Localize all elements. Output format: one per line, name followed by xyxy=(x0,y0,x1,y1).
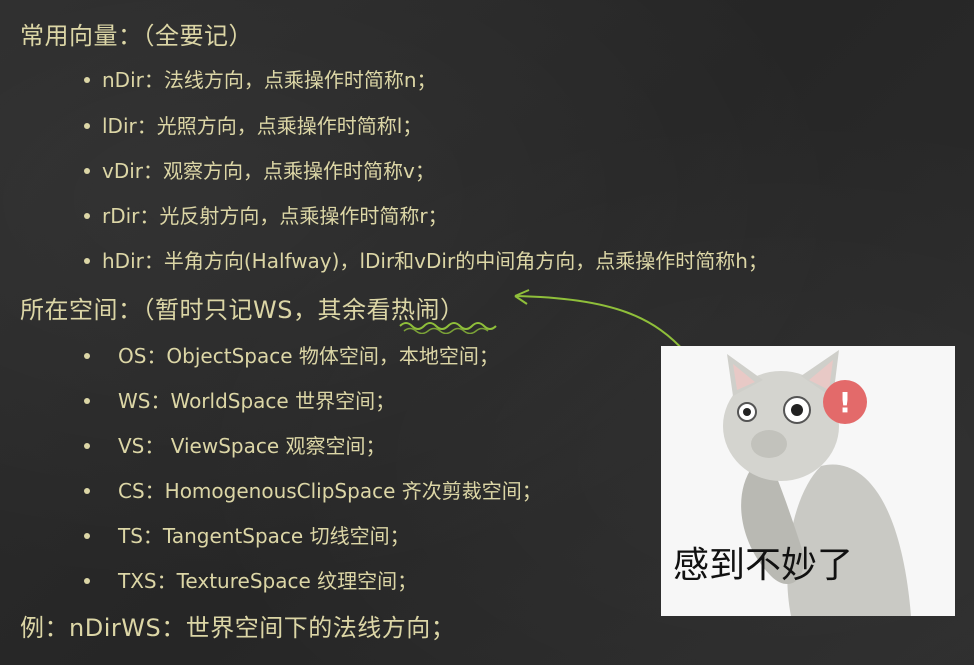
vector-item-ndir: nDir：法线方向，点乘操作时简称n； xyxy=(84,64,437,93)
meme-caption: 感到不妙了 xyxy=(673,545,854,586)
space-item-ts: TS：TangentSpace 切线空间； xyxy=(84,520,410,549)
space-item-os: OS：ObjectSpace 物体空间，本地空间； xyxy=(84,340,499,369)
vector-item-label: nDir：法线方向，点乘操作时简称n； xyxy=(102,68,437,92)
space-item-label: CS：HomogenousClipSpace 齐次剪裁空间； xyxy=(118,479,542,503)
space-item-label: VS： ViewSpace 观察空间； xyxy=(118,434,386,458)
vector-item-hdir: hDir：半角方向(Halfway)，lDir和vDir的中间角方向，点乘操作时… xyxy=(84,245,768,274)
space-item-label: OS：ObjectSpace 物体空间，本地空间； xyxy=(118,344,499,368)
bullet-icon xyxy=(84,212,90,219)
bullet-icon xyxy=(84,122,90,129)
bullet-icon xyxy=(84,532,90,539)
bullet-icon xyxy=(84,352,90,359)
bullet-icon xyxy=(84,442,90,449)
space-item-vs: VS： ViewSpace 观察空间； xyxy=(84,430,386,459)
vector-item-ldir: lDir：光照方向，点乘操作时简称l； xyxy=(84,110,422,139)
heading-common-vectors: 常用向量：（全要记） xyxy=(20,22,253,50)
vector-item-label: rDir：光反射方向，点乘操作时简称r； xyxy=(102,204,448,228)
bullet-icon xyxy=(84,487,90,494)
space-item-cs: CS：HomogenousClipSpace 齐次剪裁空间； xyxy=(84,475,542,504)
vector-item-label: lDir：光照方向，点乘操作时简称l； xyxy=(102,114,423,138)
space-item-label: TS：TangentSpace 切线空间； xyxy=(118,524,410,548)
bullet-icon xyxy=(84,76,90,83)
green-squiggle-underline xyxy=(399,322,497,334)
space-item-label: WS：WorldSpace 世界空间； xyxy=(118,389,396,413)
space-item-txs: TXS：TextureSpace 纹理空间； xyxy=(84,565,417,594)
bullet-icon xyxy=(84,257,90,264)
bullet-icon xyxy=(84,577,90,584)
bullet-icon xyxy=(84,167,90,174)
vector-item-rdir: rDir：光反射方向，点乘操作时简称r； xyxy=(84,200,448,229)
example-line: 例：nDirWS：世界空间下的法线方向； xyxy=(20,614,456,642)
space-item-ws: WS：WorldSpace 世界空间； xyxy=(84,385,395,414)
vector-item-label: hDir：半角方向(Halfway)，lDir和vDir的中间角方向，点乘操作时… xyxy=(102,249,768,273)
space-item-label: TXS：TextureSpace 纹理空间； xyxy=(118,569,418,593)
cat-meme-image: ! 感到不妙了 xyxy=(661,346,955,616)
vector-item-label: vDir：观察方向，点乘操作时简称v； xyxy=(102,159,435,183)
bullet-icon xyxy=(84,397,90,404)
vector-item-vdir: vDir：观察方向，点乘操作时简称v； xyxy=(84,155,435,184)
alert-symbol: ! xyxy=(839,386,852,419)
